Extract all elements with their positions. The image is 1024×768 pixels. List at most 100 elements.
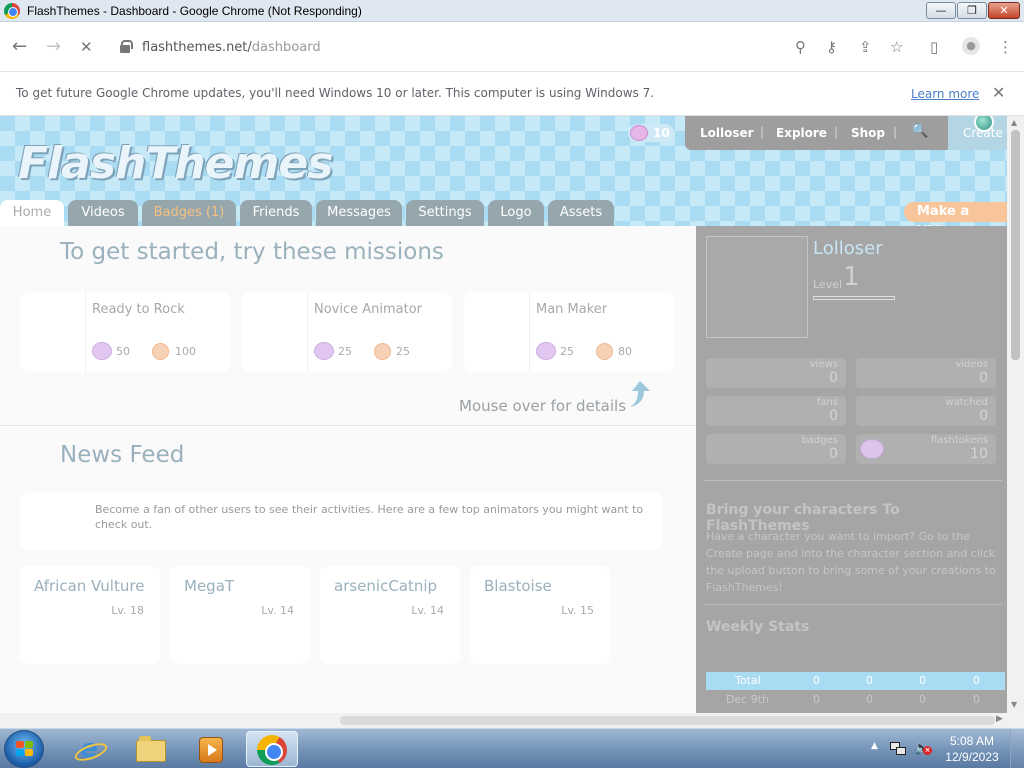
infobar-close-button[interactable]: ✕ (992, 83, 1005, 102)
tab-home[interactable]: Home (0, 200, 64, 226)
main-content: To get started, try these missions Ready… (0, 226, 696, 713)
make-video-button[interactable]: Make a Video (904, 202, 1007, 239)
back-button[interactable]: ← (12, 36, 27, 57)
mission-tokens: 50 (116, 345, 130, 358)
mission-card[interactable]: Man Maker 25 80 (464, 292, 674, 372)
stat-label: views (809, 359, 838, 370)
nav-explore[interactable]: Explore (776, 126, 827, 140)
coin-icon (374, 343, 391, 360)
taskbar-internet-explorer[interactable]: e (62, 731, 114, 767)
tab-messages[interactable]: Messages (316, 200, 402, 226)
stat-label: flashtokens (930, 435, 988, 446)
windows-taskbar: e ▲ 🔈 × 5:08 AM 12/9/2023 (0, 728, 1024, 768)
stat-views: views 0 (706, 358, 846, 388)
horizontal-scrollbar[interactable]: ▶ (0, 713, 1024, 728)
bookmark-star-icon[interactable]: ☆ (890, 38, 903, 56)
key-icon[interactable]: ⚷ (826, 38, 837, 56)
mission-card[interactable]: Novice Animator 25 25 (242, 292, 452, 372)
url-host: flashthemes.net/ (142, 40, 252, 55)
nav-user[interactable]: Lolloser (700, 126, 754, 140)
taskbar-google-chrome[interactable] (246, 731, 298, 767)
weekly-stats-row: Dec 9th 0 0 0 0 (706, 691, 1005, 709)
url-path: dashboard (251, 40, 321, 55)
search-icon[interactable]: 🔍 (911, 123, 928, 139)
start-button[interactable] (4, 730, 44, 768)
stat-flashtokens: flashtokens 10 (856, 434, 996, 464)
tab-badges[interactable]: Badges (1) (142, 200, 236, 226)
scrollbar-thumb[interactable] (340, 716, 995, 725)
sidebar-divider (704, 604, 1002, 605)
user-card[interactable]: Blastoise Lv. 15 (470, 566, 610, 664)
share-icon[interactable]: ⇪ (859, 38, 872, 56)
user-name: African Vulture (34, 577, 145, 595)
tab-settings[interactable]: Settings (406, 200, 484, 226)
profile-icon[interactable]: ● (962, 37, 980, 55)
news-message-box: Become a fan of other users to see their… (20, 492, 662, 550)
mission-thumbnail (242, 292, 308, 372)
menu-icon[interactable]: ⋮ (998, 38, 1013, 56)
mission-thumbnail (20, 292, 86, 372)
row-value: 0 (866, 693, 873, 706)
learn-more-link[interactable]: Learn more (911, 87, 979, 101)
mission-card[interactable]: Ready to Rock 50 100 (20, 292, 230, 372)
user-card[interactable]: arsenicCatnip Lv. 14 (320, 566, 460, 664)
internet-explorer-icon: e (76, 736, 102, 762)
stat-watched: watched 0 (856, 396, 996, 426)
create-button[interactable]: Create (948, 116, 1007, 150)
taskbar-media-player[interactable] (184, 731, 236, 767)
stop-loading-button[interactable]: ✕ (80, 38, 93, 56)
volume-icon[interactable]: 🔈 × (914, 741, 932, 756)
tab-assets[interactable]: Assets (548, 200, 614, 226)
row-value: 0 (813, 674, 820, 687)
web-page: FlashThemes 10 Lolloser | Explore | Shop… (0, 116, 1007, 713)
network-icon[interactable] (890, 740, 908, 756)
flashtoken-icon (536, 342, 556, 360)
section-divider (0, 425, 696, 426)
user-card[interactable]: African Vulture Lv. 18 (20, 566, 160, 664)
stat-value: 0 (829, 370, 838, 386)
browser-toolbar: ← → ✕ flashthemes.net/dashboard ⚲ ⚷ ⇪ ☆ … (0, 22, 1024, 72)
zoom-icon[interactable]: ⚲ (795, 38, 806, 56)
minimize-button[interactable]: — (926, 2, 956, 19)
taskbar-file-explorer[interactable] (124, 731, 176, 767)
mute-icon: × (923, 746, 932, 755)
chrome-icon (257, 735, 287, 765)
sidebar-username[interactable]: Lolloser (813, 238, 883, 259)
weekly-stats-row: Total 0 0 0 0 (706, 672, 1005, 690)
tab-friends[interactable]: Friends (240, 200, 312, 226)
tab-logo[interactable]: Logo (488, 200, 544, 226)
site-logo[interactable]: FlashThemes (18, 138, 333, 189)
bring-characters-text: Have a character you want to import? Go … (706, 530, 996, 594)
side-panel-icon[interactable]: ▯ (930, 38, 938, 56)
folder-icon (136, 736, 166, 762)
scroll-down-icon[interactable]: ▼ (1011, 700, 1017, 709)
forward-button[interactable]: → (46, 36, 61, 57)
row-value: 0 (919, 674, 926, 687)
stat-value: 0 (979, 370, 988, 386)
scrollbar-thumb[interactable] (1011, 130, 1020, 360)
flashtoken-icon (630, 125, 648, 141)
avatar[interactable] (706, 236, 808, 338)
mission-coins: 25 (396, 345, 410, 358)
news-message: Become a fan of other users to see their… (95, 503, 644, 531)
show-desktop-button[interactable] (1010, 729, 1024, 768)
scroll-right-icon[interactable]: ▶ (996, 714, 1003, 724)
user-name: MegaT (184, 577, 235, 595)
scroll-up-icon[interactable]: ▲ (1011, 118, 1017, 127)
nav-shop[interactable]: Shop (851, 126, 885, 140)
token-badge[interactable]: 10 (628, 124, 674, 142)
close-window-button[interactable]: ✕ (988, 2, 1020, 19)
tab-videos[interactable]: Videos (68, 200, 138, 226)
nav-separator: | (834, 125, 839, 139)
vertical-scrollbar[interactable]: ▲ ▼ (1007, 116, 1024, 713)
stat-label: watched (945, 397, 988, 408)
user-level: Lv. 14 (261, 604, 294, 617)
system-clock[interactable]: 5:08 AM 12/9/2023 (942, 733, 1002, 765)
url-text: flashthemes.net/dashboard (142, 40, 321, 55)
user-card[interactable]: MegaT Lv. 14 (170, 566, 310, 664)
coin-icon (152, 343, 169, 360)
restore-button[interactable]: ❐ (957, 2, 987, 19)
user-level: Lv. 18 (111, 604, 144, 617)
show-hidden-icons-button[interactable]: ▲ (871, 741, 878, 751)
mission-tokens: 25 (560, 345, 574, 358)
